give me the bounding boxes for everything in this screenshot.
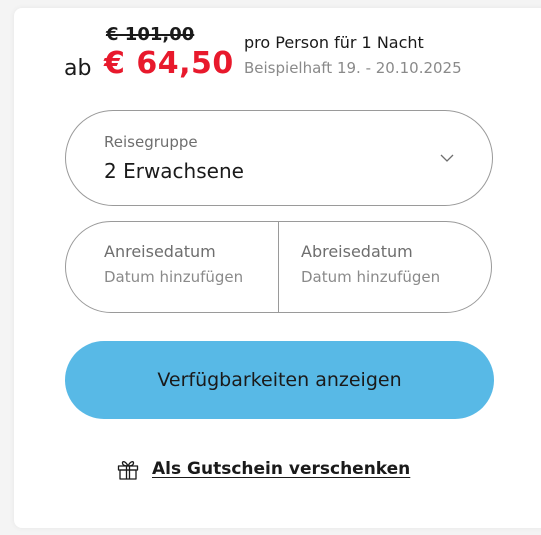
original-price: € 101,00 (106, 24, 195, 45)
departure-date-placeholder: Datum hinzufügen (301, 268, 441, 286)
chevron-down-icon (440, 154, 454, 162)
booking-card: € 101,00 ab € 64,50 pro Person für 1 Nac… (14, 8, 541, 528)
price-block: € 101,00 ab € 64,50 pro Person für 1 Nac… (14, 8, 541, 98)
gift-voucher-link[interactable]: Als Gutschein verschenken (116, 455, 410, 483)
arrival-date-placeholder: Datum hinzufügen (104, 268, 244, 286)
arrival-date-field[interactable]: Anreisedatum Datum hinzufügen (66, 222, 279, 312)
arrival-date-label: Anreisedatum (104, 242, 216, 261)
date-range-field: Anreisedatum Datum hinzufügen Abreisedat… (65, 221, 492, 313)
travel-group-label: Reisegruppe (104, 133, 198, 151)
departure-date-field[interactable]: Abreisedatum Datum hinzufügen (279, 222, 491, 312)
gift-voucher-label[interactable]: Als Gutschein verschenken (152, 459, 410, 479)
gift-icon (117, 461, 139, 480)
example-dates: Beispielhaft 19. - 20.10.2025 (244, 59, 462, 77)
travel-group-select[interactable]: Reisegruppe 2 Erwachsene (65, 110, 493, 206)
discounted-price: € 64,50 (104, 46, 234, 81)
travel-group-value: 2 Erwachsene (104, 159, 244, 183)
price-unit: pro Person für 1 Nacht (244, 33, 424, 52)
price-prefix: ab (64, 56, 92, 81)
show-availability-button[interactable]: Verfügbarkeiten anzeigen (65, 341, 494, 419)
departure-date-label: Abreisedatum (301, 242, 413, 261)
